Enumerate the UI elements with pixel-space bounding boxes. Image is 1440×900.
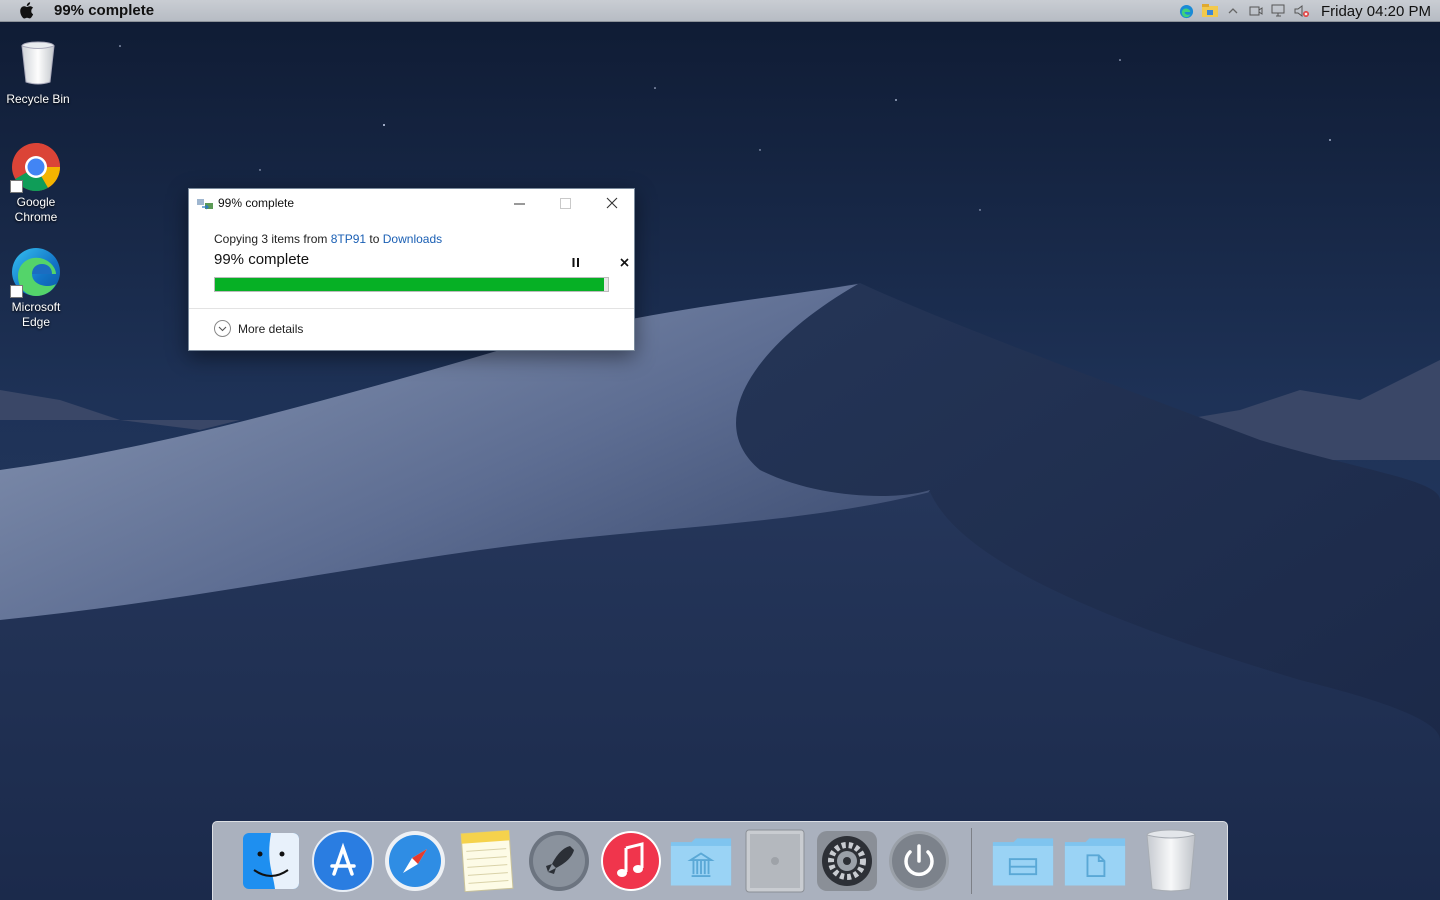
edge-icon[interactable] xyxy=(1179,3,1195,19)
cancel-copy-button[interactable] xyxy=(616,254,632,270)
dialog-titlebar[interactable]: 99% complete xyxy=(189,189,634,217)
status-row: 99% complete xyxy=(214,249,634,275)
progress-status: 99% complete xyxy=(214,251,310,268)
mac-pro-icon[interactable] xyxy=(743,828,807,894)
finder-icon[interactable] xyxy=(239,828,303,894)
divider xyxy=(189,308,634,309)
trash-icon[interactable] xyxy=(1139,828,1203,894)
destination-link[interactable]: Downloads xyxy=(383,232,442,246)
pause-button[interactable] xyxy=(568,254,584,270)
copy-prefix-text: Copying 3 items from xyxy=(214,232,331,246)
explorer-icon[interactable] xyxy=(1201,3,1218,19)
copy-description: Copying 3 items from 8TP91 to Downloads xyxy=(214,232,634,246)
active-window-title: 99% complete xyxy=(54,2,155,19)
network-icon[interactable] xyxy=(1271,3,1287,19)
chevron-down-icon xyxy=(214,320,231,337)
downloads-folder-icon[interactable] xyxy=(1063,828,1127,894)
itunes-icon[interactable] xyxy=(599,828,663,894)
copy-progress-dialog: 99% complete Copying 3 items from 8TP91 … xyxy=(188,188,635,351)
system-tray: Friday 04:20 PM xyxy=(1179,0,1431,22)
applications-folder-icon[interactable] xyxy=(669,828,733,894)
chevron-up-icon[interactable] xyxy=(1225,3,1241,19)
recycle-bin-icon xyxy=(12,38,64,90)
apple-icon[interactable] xyxy=(19,2,35,20)
close-button[interactable] xyxy=(589,189,634,217)
documents-folder-icon[interactable] xyxy=(991,828,1055,894)
source-link[interactable]: 8TP91 xyxy=(331,232,366,246)
safari-icon[interactable] xyxy=(383,828,447,894)
progress-bar-fill xyxy=(215,278,605,291)
clock[interactable]: Friday 04:20 PM xyxy=(1321,3,1431,20)
edge-icon xyxy=(10,246,62,298)
app-store-icon[interactable] xyxy=(311,828,375,894)
launchpad-icon[interactable] xyxy=(527,828,591,894)
volume-muted-icon[interactable] xyxy=(1294,3,1310,19)
file-copy-icon xyxy=(197,197,213,210)
chrome-icon xyxy=(10,141,62,193)
system-preferences-icon[interactable] xyxy=(815,828,879,894)
desktop-icon-label: Microsoft Edge xyxy=(11,300,61,329)
desktop-wallpaper xyxy=(0,0,1440,900)
notes-icon[interactable] xyxy=(455,828,519,894)
minimize-button[interactable] xyxy=(497,189,542,217)
shortcut-arrow-icon xyxy=(10,180,23,193)
dialog-title: 99% complete xyxy=(218,196,295,210)
progress-bar xyxy=(214,277,609,292)
meet-icon[interactable] xyxy=(1248,3,1264,19)
desktop-icon-microsoft-edge[interactable]: Microsoft Edge xyxy=(0,246,74,330)
desktop-icon-google-chrome[interactable]: Google Chrome xyxy=(0,141,74,225)
dock-separator xyxy=(971,828,972,894)
shortcut-arrow-icon xyxy=(10,285,23,298)
more-details-toggle[interactable]: More details xyxy=(214,320,303,337)
menubar: 99% complete Friday 04:20 PM xyxy=(0,0,1440,22)
power-icon[interactable] xyxy=(887,828,951,894)
maximize-button xyxy=(543,189,588,217)
desktop-icon-label: Google Chrome xyxy=(14,195,58,224)
more-details-label: More details xyxy=(238,321,304,336)
dock xyxy=(212,821,1228,900)
desktop-icon-label: Recycle Bin xyxy=(6,92,70,106)
copy-mid-text: to xyxy=(366,232,383,246)
desktop-icon-recycle-bin[interactable]: Recycle Bin xyxy=(0,38,76,107)
